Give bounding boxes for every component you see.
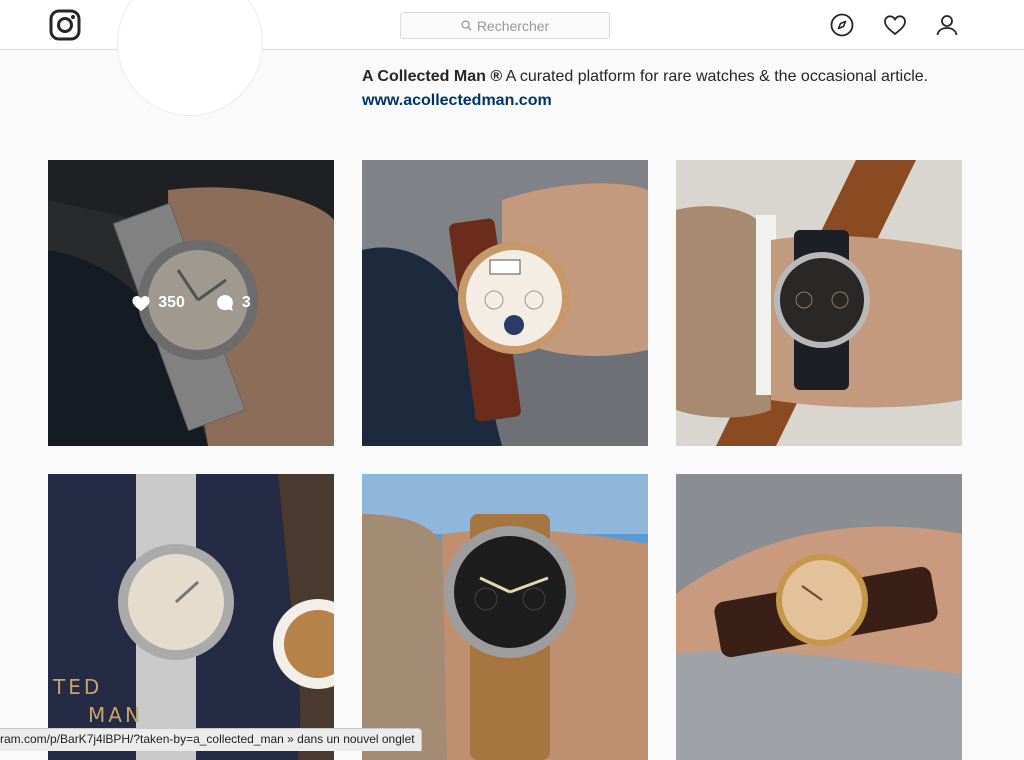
search-input[interactable]: Rechercher <box>400 12 610 39</box>
profile-description: A curated platform for rare watches & th… <box>502 68 929 85</box>
svg-text:TED: TED <box>52 675 102 699</box>
comment-bubble-icon <box>216 295 233 311</box>
post-tile[interactable] <box>676 160 962 446</box>
post-tile[interactable]: 350 3 <box>48 160 334 446</box>
post-photo <box>676 474 962 760</box>
profile-name: A Collected Man ® <box>362 68 503 85</box>
post-tile[interactable] <box>676 474 962 760</box>
post-tile[interactable] <box>362 160 648 446</box>
profile-avatar[interactable] <box>117 0 263 116</box>
browser-status-bar: ram.com/p/BarK7j4lBPH/?taken-by=a_collec… <box>0 728 422 751</box>
svg-text:MAN: MAN <box>88 703 143 727</box>
post-hover-overlay: 350 3 <box>48 160 334 446</box>
post-comments: 3 <box>215 293 251 313</box>
post-tile[interactable]: TED MAN <box>48 474 334 760</box>
post-photo <box>362 160 648 446</box>
search-icon <box>461 20 472 31</box>
profile-bio: A Collected Man ® A curated platform for… <box>362 66 928 88</box>
activity-heart-icon[interactable] <box>883 13 907 37</box>
heart-icon <box>132 296 150 312</box>
post-photo <box>362 474 648 760</box>
instagram-logo-icon[interactable] <box>49 9 81 41</box>
post-likes: 350 <box>131 294 185 312</box>
post-photo <box>676 160 962 446</box>
profile-user-icon[interactable] <box>935 13 959 37</box>
post-photo: TED MAN <box>48 474 334 760</box>
post-comments-count: 3 <box>241 294 251 311</box>
explore-compass-icon[interactable] <box>830 13 854 37</box>
post-tile[interactable] <box>362 474 648 760</box>
search-placeholder: Rechercher <box>476 17 550 34</box>
profile-website-link[interactable]: www.acollectedman.com <box>362 90 552 112</box>
post-likes-count: 350 <box>158 294 185 311</box>
